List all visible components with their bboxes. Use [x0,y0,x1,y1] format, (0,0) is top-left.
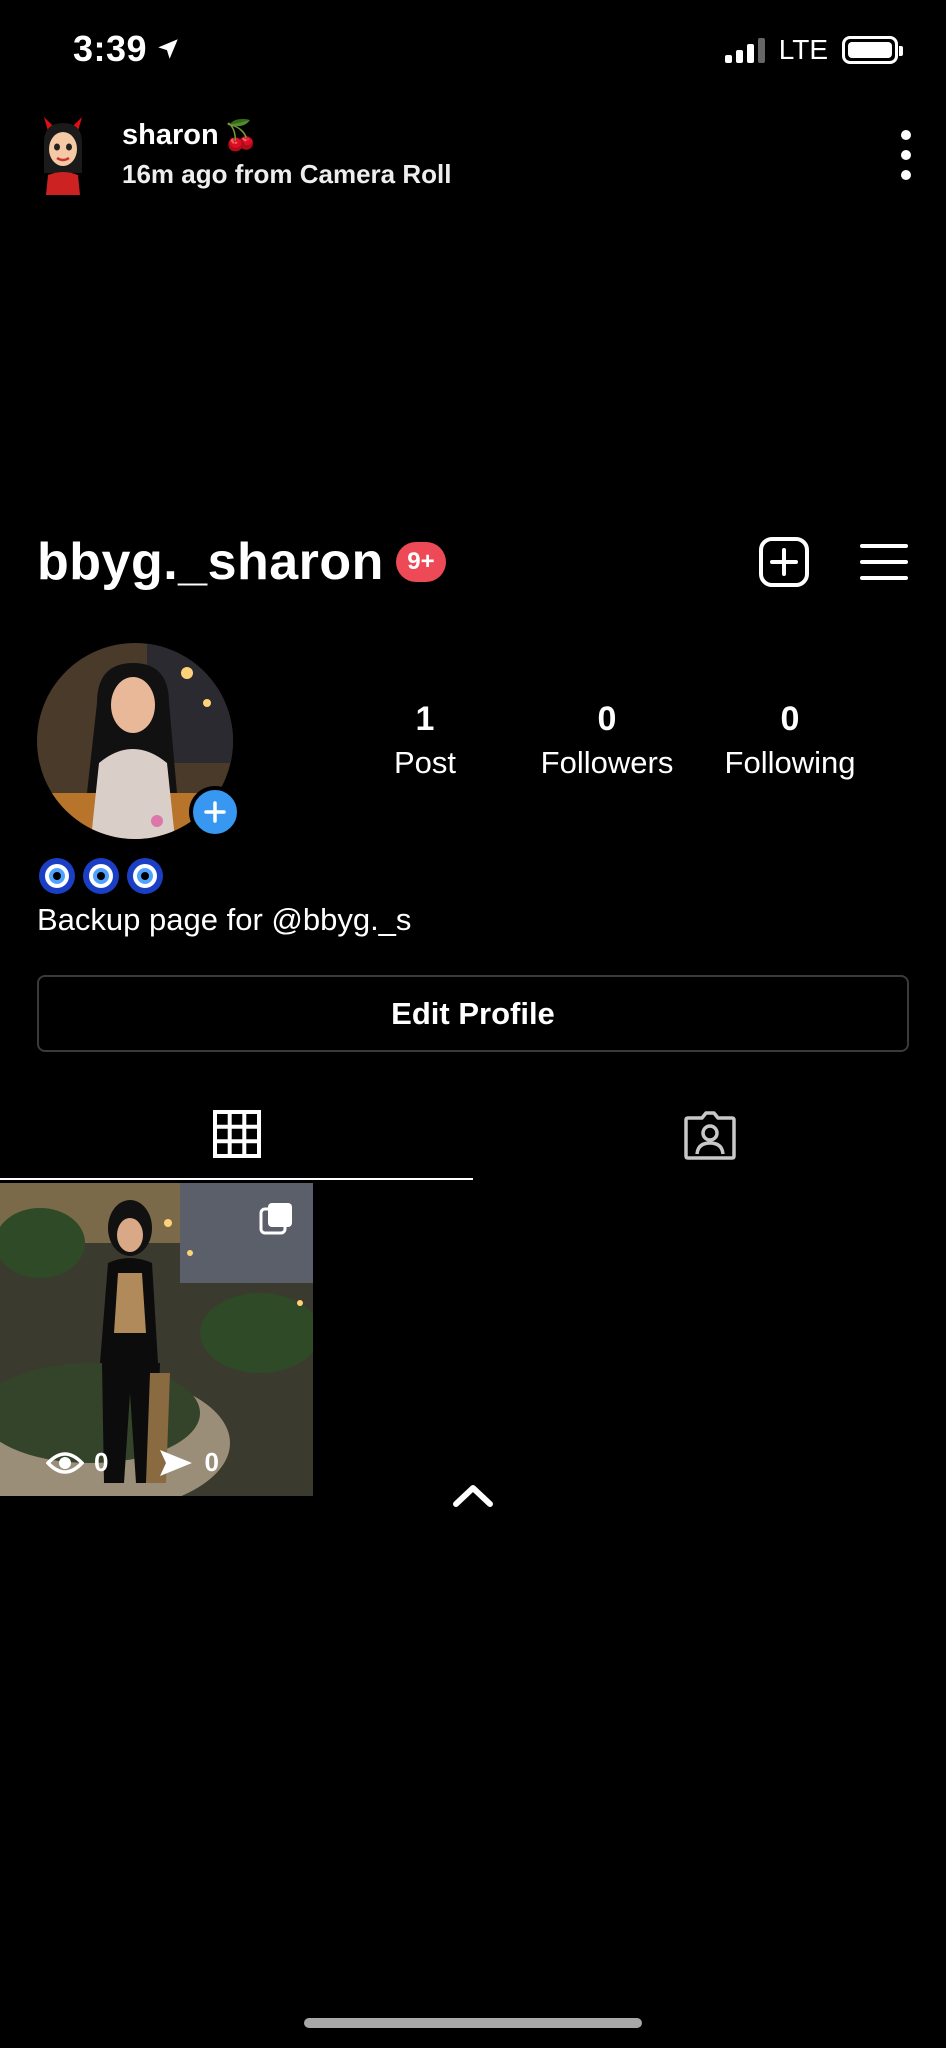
story-author[interactable]: sharon 🍒 [122,119,451,153]
home-indicator[interactable] [304,2018,642,2028]
stat-posts[interactable]: 1 Post [394,700,456,781]
nazar-amulet-icon [83,858,119,894]
notification-badge[interactable]: 9+ [395,542,446,582]
status-bar-time: 3:39 [73,28,181,70]
stat-following-value: 0 [780,700,800,738]
tab-tagged[interactable] [473,1090,946,1180]
profile-username[interactable]: bbyg._sharon [37,532,384,592]
plus-square-icon[interactable] [758,536,810,588]
post-stats: 0 0 [0,1447,313,1478]
network-type: LTE [778,34,828,65]
time-text: 3:39 [73,28,148,69]
stat-followers[interactable]: 0 Followers [541,700,674,781]
story-subtitle: 16m ago from Camera Roll [122,158,452,189]
plus-icon [204,801,226,823]
hamburger-menu-icon[interactable] [860,542,908,582]
chevron-up-icon[interactable] [452,1482,494,1508]
profile-stats: 1 Post 0 Followers 0 Following [0,700,946,790]
story-header: sharon 🍒 16m ago from Camera Roll [38,112,916,196]
profile-header: bbyg._sharon 9+ [37,528,908,596]
nazar-emoji-row [38,857,164,895]
status-bar-indicators: LTE [724,34,903,66]
carousel-icon [259,1203,292,1235]
cherry-emoji: 🍒 [222,119,259,152]
add-story-button[interactable] [189,786,241,838]
post-shares-count: 0 [204,1447,219,1477]
bitmoji-avatar[interactable] [38,113,88,195]
stat-posts-value: 1 [415,700,435,738]
stat-posts-label: Post [393,745,457,780]
location-arrow-icon [158,39,178,59]
signal-icon [724,37,765,63]
post-views-count: 0 [94,1447,109,1477]
profile-tabs [0,1090,946,1180]
nazar-amulet-icon [127,858,163,894]
stat-following[interactable]: 0 Following [725,700,856,781]
grid-icon [212,1110,261,1158]
post-thumbnail[interactable]: 0 0 [0,1183,313,1496]
battery-icon [842,36,903,64]
eye-icon [46,1451,84,1474]
profile-bio: Backup page for @bbyg._s [37,902,412,937]
nazar-amulet-icon [39,858,75,894]
tagged-person-icon [683,1111,736,1160]
send-icon [160,1449,193,1476]
stat-followers-value: 0 [597,700,617,738]
stat-followers-label: Followers [540,745,674,780]
stat-following-label: Following [724,745,856,780]
edit-profile-button[interactable]: Edit Profile [37,975,909,1052]
story-author-name: sharon [122,119,219,151]
tab-posts-grid[interactable] [0,1090,473,1180]
more-vertical-icon[interactable] [896,130,916,180]
